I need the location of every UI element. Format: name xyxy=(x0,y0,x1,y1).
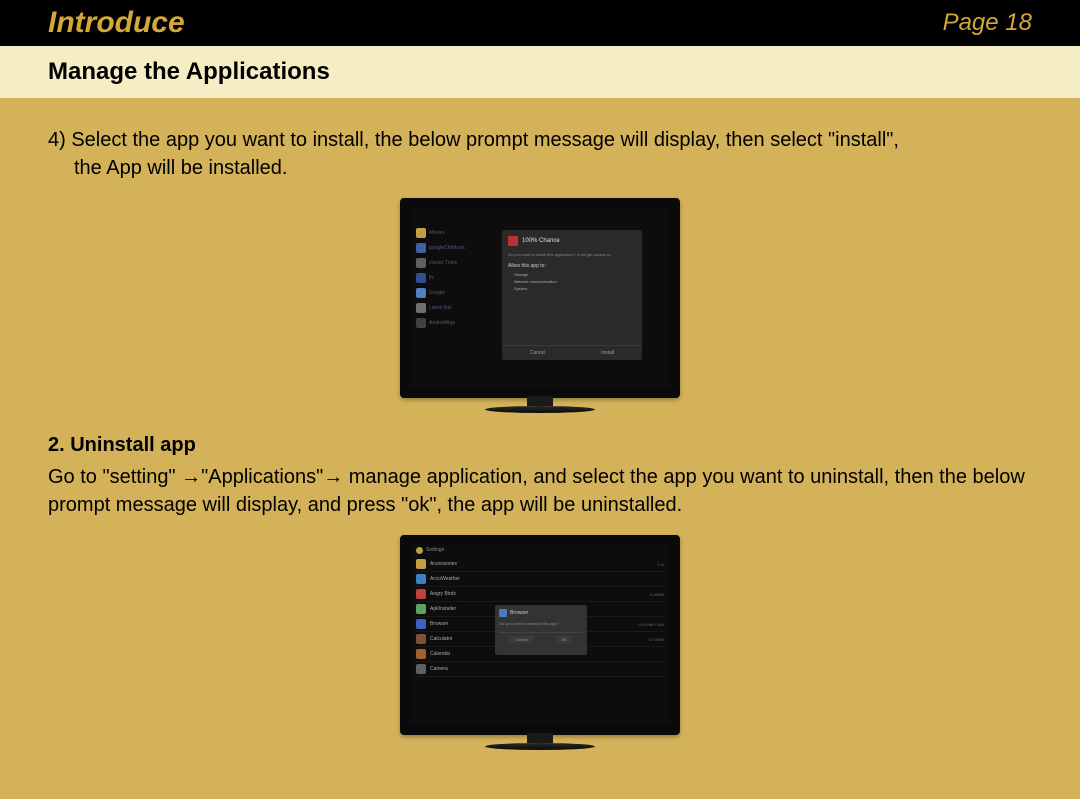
tv2-dialog-text: Do you want to uninstall this app? xyxy=(499,621,583,626)
step4-line1: 4) Select the app you want to install, t… xyxy=(48,129,899,151)
page-number: Page 18 xyxy=(943,9,1032,37)
subheader-bar: Manage the Applications xyxy=(0,46,1080,98)
tv1-dialog-prompt: Do you want to install this application?… xyxy=(508,252,636,257)
step4-text: 4) Select the app you want to install, t… xyxy=(48,126,1032,182)
section2-body: Go to "setting" →"Applications"→ manage … xyxy=(48,463,1032,519)
tv2-dialog-title: Browser xyxy=(510,610,528,616)
step4-line2: the App will be installed. xyxy=(48,154,1032,182)
tv1-install-dialog: 100% Chance Do you want to install this … xyxy=(502,230,642,360)
tv1-sidebar: Movies googleChrMusic classic Tetris flv… xyxy=(416,226,490,331)
tv2-container: Settings Accessories2 in AccuWeather Ang… xyxy=(48,535,1032,735)
cancel-button[interactable]: Cancel xyxy=(530,350,546,356)
app-icon xyxy=(508,236,518,246)
tv2-uninstall-dialog: Browser Do you want to uninstall this ap… xyxy=(495,605,587,655)
install-button[interactable]: Install xyxy=(601,350,614,356)
tv2-screen: Settings Accessories2 in AccuWeather Ang… xyxy=(410,545,670,725)
ok-button[interactable]: OK xyxy=(555,636,573,643)
subheader-title: Manage the Applications xyxy=(48,58,330,86)
section2-heading: 2. Uninstall app xyxy=(48,434,1032,457)
page-title: Introduce xyxy=(48,6,185,40)
tv1-container: Movies googleChrMusic classic Tetris flv… xyxy=(48,198,1032,398)
tv1-frame: Movies googleChrMusic classic Tetris flv… xyxy=(400,198,680,398)
header-bar: Introduce Page 18 xyxy=(0,0,1080,46)
settings-icon xyxy=(416,547,423,554)
tv-stand xyxy=(485,733,595,749)
cancel-button[interactable]: Cancel xyxy=(509,636,533,643)
tv-stand xyxy=(485,396,595,412)
tv1-screen: Movies googleChrMusic classic Tetris flv… xyxy=(410,208,670,388)
tv1-dialog-section: Allow this app to: xyxy=(508,263,636,269)
content-area: 4) Select the app you want to install, t… xyxy=(0,98,1080,799)
browser-icon xyxy=(499,609,507,617)
tv1-dialog-title: 100% Chance xyxy=(522,238,560,244)
tv2-header: Settings xyxy=(410,545,670,555)
tv2-frame: Settings Accessories2 in AccuWeather Ang… xyxy=(400,535,680,735)
